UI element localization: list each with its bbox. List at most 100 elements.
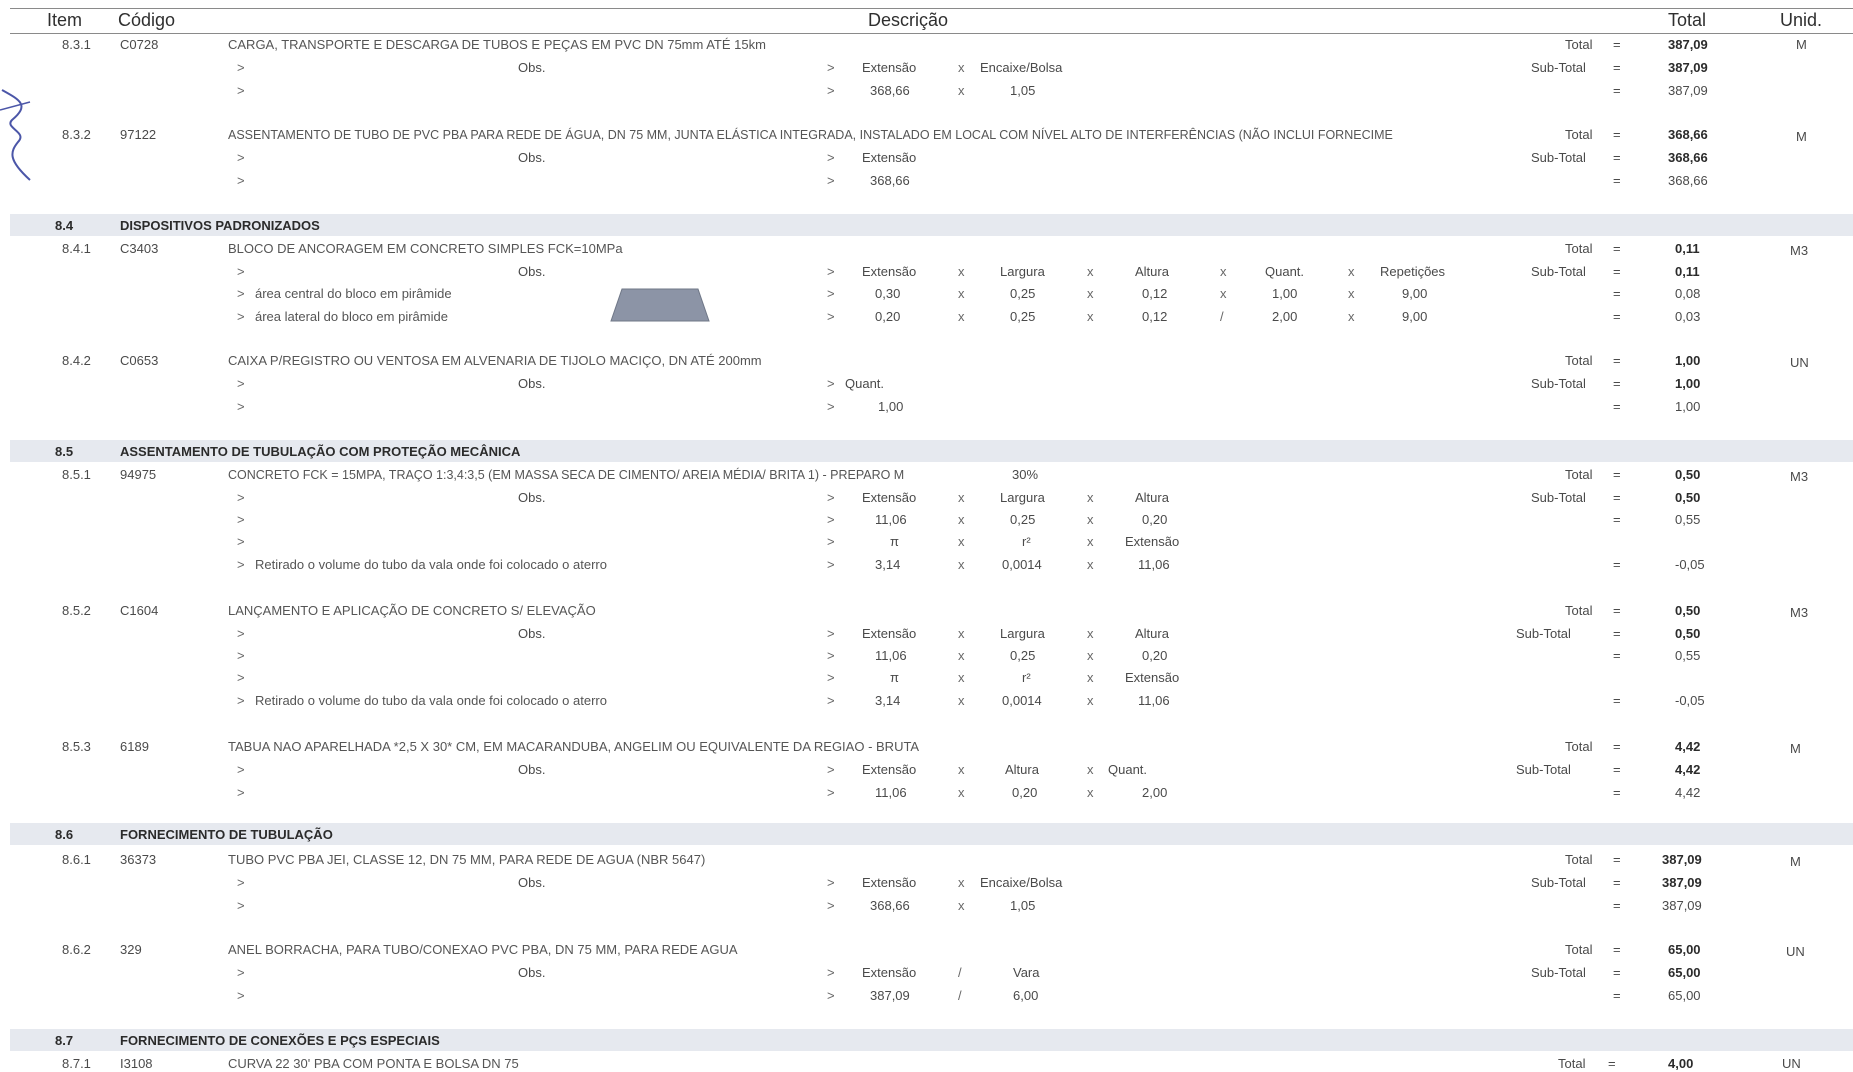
item-total: 65,00: [1668, 942, 1701, 957]
x-sign: x: [1087, 309, 1094, 324]
col-largura: Largura: [1000, 264, 1045, 279]
x-sign: x: [958, 534, 965, 549]
gt-sign: >: [237, 693, 245, 708]
item-code: C0728: [120, 37, 159, 52]
col-largura: Largura: [1000, 490, 1045, 505]
gt-sign: >: [827, 557, 835, 572]
eq-sign: =: [1613, 467, 1621, 482]
col-encaixe: Encaixe/Bolsa: [980, 60, 1063, 75]
signature-mark: [0, 89, 31, 181]
x-sign: x: [958, 286, 965, 301]
row-note: área lateral do bloco em pirâmide: [255, 309, 448, 324]
x-sign: x: [958, 785, 965, 800]
col-altura: Altura: [1135, 490, 1169, 505]
item-total: 368,66: [1668, 127, 1708, 142]
item-description: LANÇAMENTO E APLICAÇÃO DE CONCRETO S/ EL…: [228, 603, 596, 618]
row-result: 0,08: [1675, 286, 1701, 301]
total-label: Total: [1565, 37, 1593, 52]
x-sign: x: [958, 512, 965, 527]
row-result: 387,09: [1668, 83, 1708, 98]
obs-label: Obs.: [518, 965, 546, 980]
eq-sign: =: [1613, 875, 1621, 890]
percent-note: 30%: [1012, 467, 1039, 482]
item-code: 94975: [120, 467, 157, 482]
gt-sign: >: [237, 83, 245, 98]
item-subtotal: 0,50: [1675, 490, 1701, 505]
item-code: C1604: [120, 603, 159, 618]
gt-sign: >: [237, 988, 245, 1003]
item-total: 387,09: [1668, 37, 1708, 52]
x-sign: x: [1348, 309, 1355, 324]
col-altura: Altura: [1135, 264, 1169, 279]
section-title: DISPOSITIVOS PADRONIZADOS: [120, 218, 320, 233]
obs-label: Obs.: [518, 264, 546, 279]
value-altura: 0,12: [1142, 286, 1168, 301]
value-extensao: 368,66: [870, 173, 910, 188]
item-unit: UN: [1782, 1056, 1801, 1071]
value-encaixe: 1,05: [1010, 83, 1036, 98]
gt-sign: >: [237, 534, 245, 549]
value-extensao: 11,06: [1138, 557, 1170, 572]
row-note: Retirado o volume do tubo da vala onde f…: [255, 693, 607, 708]
eq-sign: =: [1613, 603, 1621, 618]
section-title: FORNECIMENTO DE CONEXÕES E PÇS ESPECIAIS: [120, 1033, 440, 1048]
item-number: 8.3.1: [62, 37, 91, 52]
x-sign: x: [1220, 264, 1227, 279]
gt-sign: >: [827, 490, 835, 505]
x-sign: x: [958, 557, 965, 572]
col-extensao: Extensão: [862, 875, 917, 890]
gt-sign: >: [237, 376, 245, 391]
obs-label: Obs.: [518, 626, 546, 641]
gt-sign: >: [237, 150, 245, 165]
eq-sign: =: [1613, 83, 1621, 98]
total-label: Total: [1565, 353, 1593, 368]
item-description: BLOCO DE ANCORAGEM EM CONCRETO SIMPLES F…: [228, 241, 623, 256]
item-subtotal: 387,09: [1662, 875, 1702, 890]
gt-sign: >: [237, 898, 245, 913]
value-altura: 0,20: [1142, 648, 1168, 663]
item-number: 8.5.2: [62, 603, 91, 618]
value-extensao: 368,66: [870, 83, 910, 98]
gt-sign: >: [827, 898, 835, 913]
total-label: Total: [1565, 739, 1593, 754]
item-code: C0653: [120, 353, 159, 368]
gt-sign: >: [827, 399, 835, 414]
item-description: ASSENTAMENTO DE TUBO DE PVC PBA PARA RED…: [228, 128, 1393, 142]
gt-sign: >: [237, 173, 245, 188]
gt-sign: >: [237, 762, 245, 777]
x-sign: x: [1087, 557, 1094, 572]
value-extensao: 11,06: [875, 648, 907, 663]
subtotal-label: Sub-Total: [1516, 762, 1571, 777]
eq-sign: =: [1613, 626, 1621, 641]
gt-sign: >: [827, 762, 835, 777]
item-unit: UN: [1790, 355, 1809, 370]
item-number: 8.5.1: [62, 467, 91, 482]
pi-symbol: π: [890, 534, 899, 549]
eq-sign: =: [1613, 965, 1621, 980]
header-rule: [10, 33, 1853, 34]
col-encaixe: Encaixe/Bolsa: [980, 875, 1063, 890]
eq-sign: =: [1613, 127, 1621, 142]
eq-sign: =: [1613, 512, 1621, 527]
gt-sign: >: [827, 670, 835, 685]
col-extensao: Extensão: [862, 60, 917, 75]
total-label: Total: [1565, 241, 1593, 256]
item-subtotal: 368,66: [1668, 150, 1708, 165]
eq-sign: =: [1613, 762, 1621, 777]
col-extensao: Extensão: [862, 150, 917, 165]
subtotal-label: Sub-Total: [1516, 626, 1571, 641]
pi-symbol: π: [890, 670, 899, 685]
value-altura: 0,20: [1142, 512, 1168, 527]
total-label: Total: [1565, 942, 1593, 957]
gt-sign: >: [237, 399, 245, 414]
row-result: 387,09: [1662, 898, 1702, 913]
value-repeticoes: 9,00: [1402, 286, 1428, 301]
item-subtotal: 0,11: [1675, 264, 1700, 279]
gt-sign: >: [827, 309, 835, 324]
x-sign: x: [1087, 648, 1094, 663]
total-label: Total: [1565, 852, 1593, 867]
eq-sign: =: [1613, 898, 1621, 913]
item-total: 0,11: [1675, 241, 1700, 256]
gt-sign: >: [827, 875, 835, 890]
gt-sign: >: [237, 557, 245, 572]
